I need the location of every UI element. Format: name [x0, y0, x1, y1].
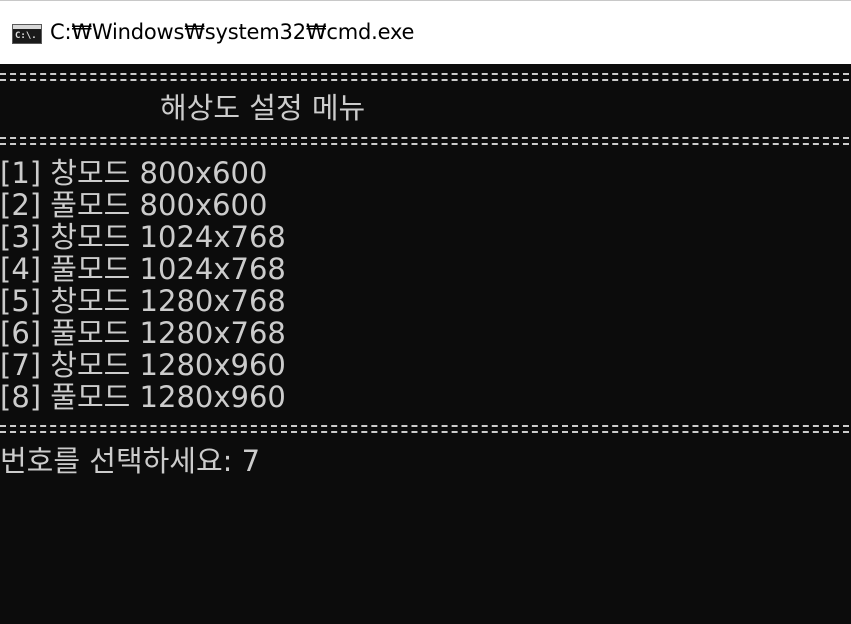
option-line: [2] 풀모드 800x600: [0, 188, 268, 222]
option-line: [4] 풀모드 1024x768: [0, 252, 286, 286]
console-output[interactable]: 해상도 설정 메뉴 [1] 창모드 800x600 [2] 풀모드 800x60…: [0, 64, 851, 624]
cmd-window: C:\. C:₩Windows₩system32₩cmd.exe 해상도 설정 …: [0, 0, 851, 624]
separator-top: [0, 69, 851, 85]
option-line: [8] 풀모드 1280x960: [0, 380, 286, 414]
menu-title: 해상도 설정 메뉴: [160, 91, 366, 125]
input-prompt[interactable]: 번호를 선택하세요: 7: [0, 445, 260, 477]
cmd-icon[interactable]: C:\.: [12, 24, 42, 44]
title-bar[interactable]: C:\. C:₩Windows₩system32₩cmd.exe: [0, 0, 851, 64]
option-line: [5] 창모드 1280x768: [0, 284, 286, 318]
window-title: C:₩Windows₩system32₩cmd.exe: [50, 20, 415, 44]
option-line: [6] 풀모드 1280x768: [0, 316, 286, 350]
option-line: [3] 창모드 1024x768: [0, 220, 286, 254]
option-line: [1] 창모드 800x600: [0, 156, 268, 190]
separator-bottom: [0, 421, 851, 437]
separator-middle: [0, 133, 851, 149]
option-line: [7] 창모드 1280x960: [0, 348, 286, 382]
cmd-icon-label: C:\.: [15, 31, 37, 41]
